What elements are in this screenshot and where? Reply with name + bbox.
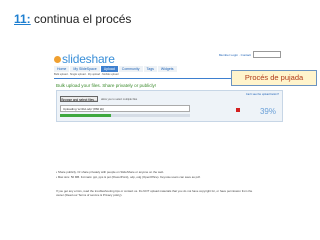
upload-subnav[interactable]: Bulk upload · Single upload · Zip upload…: [54, 73, 118, 76]
search-input[interactable]: [253, 51, 281, 58]
page-heading: Bulk upload your files. Share privately …: [56, 83, 157, 88]
tab-home[interactable]: Home: [54, 66, 70, 72]
cant-see-button-link[interactable]: Can't see the upload button?: [246, 93, 279, 96]
upload-progress-bar: [60, 114, 190, 117]
tab-widgets[interactable]: Widgets: [157, 66, 177, 72]
browse-button[interactable]: Browse and select files...: [60, 96, 98, 102]
slide-title-text: continua el procés: [34, 12, 132, 26]
remove-icon[interactable]: [236, 108, 240, 112]
tab-my-slidespace[interactable]: My SlideSpace: [70, 66, 100, 72]
slideshare-logo[interactable]: slideshare: [54, 52, 115, 66]
tab-community[interactable]: Community: [118, 66, 143, 72]
slide-number: 11:: [14, 12, 31, 26]
main-nav: Home My SlideSpace Upload Community Tags…: [54, 66, 177, 72]
upload-percent: 39%: [259, 107, 276, 116]
top-links[interactable]: Member Login · Contact: [219, 53, 251, 57]
upload-progress-fill: [60, 114, 111, 117]
tab-upload[interactable]: Upload: [100, 66, 118, 72]
bullet-item: • Max size: 50 MB. Formats: ppt, pps & p…: [56, 175, 201, 179]
upload-file-row: Uploading 'scribd.odp' (860 kb): [60, 105, 190, 112]
upload-process-callout: Procés de pujada: [231, 70, 317, 86]
logo-icon: [54, 56, 61, 64]
upload-panel: Browse and select files... allow you to …: [56, 90, 283, 122]
tab-tags[interactable]: Tags: [143, 66, 157, 72]
info-bullets: • Share publicly. Or share privately wit…: [56, 170, 200, 180]
slide-title: 11: continua el procés: [14, 12, 131, 26]
allow-multiple-text: allow you to select multiple files: [101, 98, 138, 101]
error-note: If you get any errors, read the troubles…: [56, 189, 253, 197]
